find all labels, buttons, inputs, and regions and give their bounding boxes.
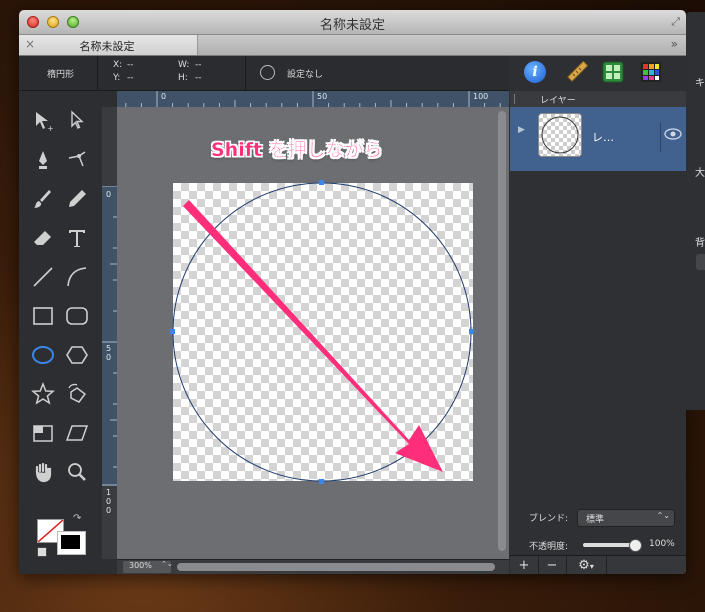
peek-label: キ (695, 78, 705, 89)
horizontal-ruler: 0 50 100 (117, 91, 509, 108)
vertical-scroll-thumb[interactable] (498, 111, 506, 551)
opacity-slider-knob[interactable] (629, 539, 642, 552)
ruler-tick-label: 1 0 0 (106, 488, 112, 515)
peek-label: 背 (695, 238, 705, 249)
tab-overflow-icon[interactable]: » (671, 37, 678, 51)
tool-info-bar: 楕円形 X: -- Y: -- W: -- H: -- 設定なし (19, 56, 509, 91)
skew-tool[interactable] (62, 419, 92, 447)
peek-label: 大 (695, 168, 705, 179)
y-value: -- (127, 73, 134, 83)
vertical-scrollbar[interactable] (495, 107, 509, 559)
transform-tool[interactable] (62, 380, 92, 408)
tab-document[interactable]: × 名称未設定 (19, 35, 198, 55)
peek-control[interactable] (696, 254, 705, 270)
layer-settings-button[interactable]: ⚙▾ (566, 556, 607, 574)
rounded-rectangle-tool[interactable] (62, 302, 92, 330)
zoom-select[interactable]: 300% ⌃⌄ (123, 560, 173, 573)
opacity-value: 100% (649, 539, 675, 549)
eye-icon[interactable] (664, 128, 682, 140)
remove-layer-button[interactable]: − (538, 556, 567, 574)
w-value: -- (195, 60, 202, 70)
h-value: -- (195, 73, 202, 83)
ellipse-tool[interactable] (28, 341, 58, 369)
zoom-value: 300% (129, 561, 152, 570)
chevron-down-icon: ▾ (589, 562, 594, 571)
layers-title: レイヤー (540, 96, 576, 106)
status-bar: 300% ⌃⌄ (117, 559, 509, 574)
x-label: X: (113, 60, 123, 70)
tab-bar: × 名称未設定 » (19, 35, 686, 56)
zoom-stepper-icon[interactable]: ⌃⌄ (161, 560, 173, 568)
text-tool[interactable] (62, 224, 92, 252)
node-tool[interactable] (62, 146, 92, 174)
direct-select-tool[interactable] (62, 107, 92, 135)
zoom-tool[interactable] (62, 458, 92, 486)
w-label: W: (178, 60, 190, 70)
shape-style-icon[interactable] (260, 65, 275, 80)
window-title: 名称未設定 (319, 18, 385, 33)
blend-label: ブレンド: (529, 514, 569, 524)
inspector-toolbar: i (510, 56, 686, 90)
crop-tool[interactable] (28, 419, 58, 447)
inspector-window-peek: キ 大 背 (686, 12, 705, 410)
ruler-icon[interactable] (566, 60, 589, 83)
blend-value: 標準 (586, 515, 605, 525)
tab-close-icon[interactable]: × (25, 37, 35, 51)
pencil-tool[interactable] (62, 185, 92, 213)
horizontal-scroll-thumb[interactable] (177, 563, 495, 571)
hand-tool[interactable] (28, 458, 58, 486)
brush-tool[interactable] (28, 185, 58, 213)
layout-icon[interactable] (602, 61, 624, 83)
layers-panel: レイヤー ▶ レ… ブレンド: 標準 ⌃⌄ 不透明度: 100% + − ⚙▾ (510, 91, 686, 574)
color-palette-icon[interactable] (640, 61, 662, 83)
x-value: -- (127, 60, 134, 70)
divider (97, 56, 98, 90)
polygon-tool[interactable] (62, 341, 92, 369)
line-tool[interactable] (28, 263, 58, 291)
divider (660, 122, 661, 152)
ruler-tick-label: 5 0 (106, 344, 112, 362)
tab-label: 名称未設定 (79, 40, 135, 53)
ruler-tick-label: 100 (473, 92, 489, 101)
title-bar[interactable]: 名称未設定 ⤢ (19, 10, 686, 35)
divider (514, 94, 515, 104)
layers-header: レイヤー (510, 91, 686, 108)
vertical-ruler-active (102, 186, 117, 486)
ruler-tick-label: 50 (317, 92, 328, 101)
h-label: H: (178, 73, 188, 83)
info-icon[interactable]: i (524, 61, 546, 83)
main-window: 名称未設定 ⤢ × 名称未設定 » 楕円形 X: -- Y: -- W: -- … (19, 10, 686, 574)
ruler-tick-label: 0 (106, 190, 112, 199)
y-label: Y: (113, 73, 121, 83)
default-colors-icon[interactable] (37, 547, 47, 557)
gear-icon: ⚙ (578, 558, 590, 573)
blend-mode-select[interactable]: 標準 ⌃⌄ (577, 509, 675, 527)
fullscreen-icon[interactable]: ⤢ (671, 15, 680, 29)
canvas-area[interactable]: Shift を押しながら (117, 107, 495, 559)
ruler-tick-label: 0 (161, 92, 167, 101)
rectangle-tool[interactable] (28, 302, 58, 330)
chevron-updown-icon: ⌃⌄ (656, 511, 670, 520)
add-layer-button[interactable]: + (510, 556, 539, 574)
shape-style-label[interactable]: 設定なし (287, 67, 323, 80)
star-tool[interactable] (28, 380, 58, 408)
eraser-tool[interactable] (28, 224, 58, 252)
layer-row[interactable]: ▶ レ… (510, 107, 686, 171)
swap-colors-icon[interactable]: ↷ (73, 513, 81, 524)
layer-thumbnail (538, 113, 582, 157)
svg-text:+: + (47, 124, 54, 133)
pen-tool[interactable] (28, 146, 58, 174)
layers-footer: + − ⚙▾ (510, 555, 686, 574)
divider (245, 56, 246, 90)
opacity-label: 不透明度: (529, 542, 569, 552)
tool-name: 楕円形 (47, 70, 75, 80)
arc-tool[interactable] (62, 263, 92, 291)
stroke-color-swatch[interactable] (57, 531, 86, 555)
disclosure-triangle-icon[interactable]: ▶ (518, 125, 525, 135)
select-tool[interactable]: + (28, 107, 58, 135)
annotation-arrow (183, 200, 443, 472)
layer-name: レ… (592, 131, 614, 144)
